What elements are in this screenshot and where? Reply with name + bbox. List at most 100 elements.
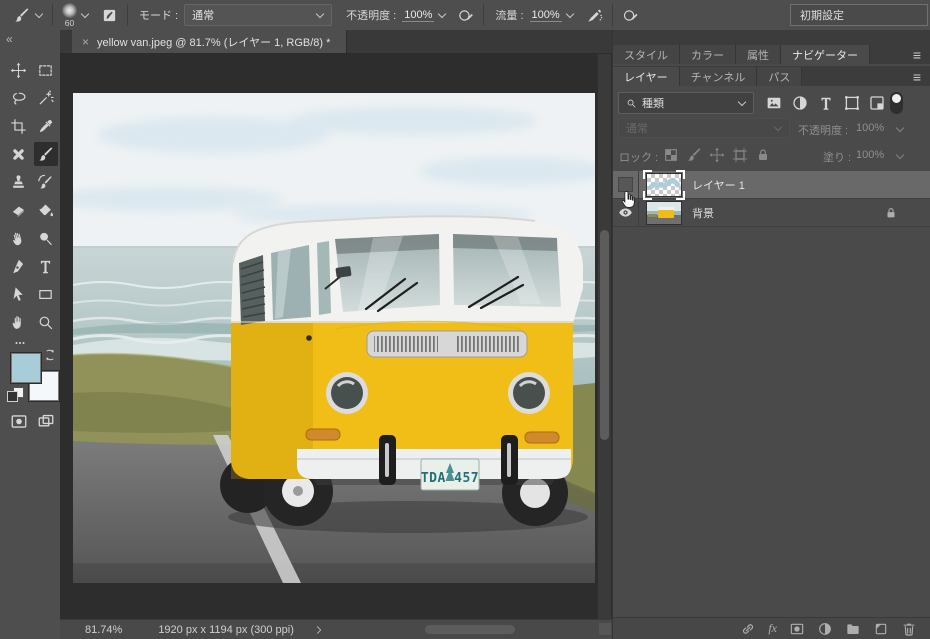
horizontal-scrollbar-thumb[interactable] <box>425 625 515 634</box>
blend-mode-select[interactable]: 通常 <box>184 4 332 26</box>
eraser-icon <box>10 202 27 219</box>
zoom-tool[interactable] <box>34 310 58 334</box>
paint-bucket-tool[interactable] <box>34 198 58 222</box>
chevron-down-icon[interactable] <box>896 152 904 160</box>
layer1-thumbnail[interactable] <box>646 173 682 197</box>
pen-tool[interactable] <box>7 254 31 278</box>
new-group-icon[interactable] <box>845 621 861 637</box>
lock-artboard-icon[interactable] <box>732 147 748 163</box>
tab-color[interactable]: カラー <box>680 45 736 64</box>
magic-wand-tool[interactable] <box>34 86 58 110</box>
background-thumbnail[interactable] <box>646 201 682 225</box>
eraser-tool[interactable] <box>7 198 31 222</box>
fill-value[interactable]: 100% <box>856 149 884 161</box>
tab-paths[interactable]: パス <box>757 67 802 86</box>
tab-properties[interactable]: 属性 <box>736 45 781 64</box>
eyedropper-tool[interactable] <box>34 114 58 138</box>
delete-layer-icon[interactable] <box>901 621 917 637</box>
chevron-down-icon <box>35 11 43 19</box>
layer-row-background[interactable]: 背景 <box>613 199 930 227</box>
flow-label: 流量 : <box>495 7 523 23</box>
flow-value[interactable]: 100% <box>530 9 562 22</box>
lasso-tool[interactable] <box>7 86 31 110</box>
divider <box>483 4 484 26</box>
canvas-work-area[interactable]: TDA 457 <box>60 54 612 620</box>
collapse-panel-button[interactable]: « <box>6 32 12 46</box>
lock-all-icon[interactable] <box>755 147 771 163</box>
new-layer-icon[interactable] <box>873 621 889 637</box>
filter-shape-layers-icon[interactable] <box>843 94 861 112</box>
chevron-down-icon[interactable] <box>81 11 89 19</box>
quick-mask-button[interactable] <box>8 412 30 431</box>
brush-preset-picker[interactable]: 60 <box>62 3 77 28</box>
smoothing-button[interactable] <box>622 7 639 24</box>
canvas-image[interactable]: TDA 457 <box>73 93 595 583</box>
document-dimensions: 1920 px x 1194 px (300 ppi) <box>158 624 294 636</box>
clone-stamp-tool[interactable] <box>7 170 31 194</box>
tab-styles[interactable]: スタイル <box>613 45 680 64</box>
layer-row-layer1[interactable]: レイヤー 1 <box>613 171 930 199</box>
marquee-tool[interactable] <box>34 58 58 82</box>
panel-menu-icon[interactable]: ≡ <box>913 67 921 86</box>
vertical-scrollbar[interactable] <box>597 54 611 620</box>
link-layers-icon[interactable] <box>740 621 756 637</box>
new-adjustment-layer-icon[interactable] <box>817 621 833 637</box>
default-settings-button[interactable]: 初期設定 <box>790 4 928 26</box>
vertical-scrollbar-thumb[interactable] <box>600 230 609 440</box>
type-icon <box>37 258 54 275</box>
opacity-value[interactable]: 100% <box>402 9 434 22</box>
dodge-tool[interactable] <box>34 226 58 250</box>
panel-menu-icon[interactable]: ≡ <box>913 45 921 64</box>
screen-mode-button[interactable] <box>35 412 57 431</box>
chevron-down-icon[interactable] <box>896 125 904 133</box>
zoom-level-field[interactable]: 81.74% <box>85 624 122 636</box>
tools-panel: « <box>0 30 61 639</box>
tab-channels[interactable]: チャンネル <box>680 67 758 86</box>
lock-transparency-icon[interactable] <box>663 147 679 163</box>
edit-toolbar-button[interactable] <box>10 337 30 349</box>
default-colors-icon[interactable] <box>7 387 24 402</box>
move-icon <box>10 62 27 79</box>
tab-layers[interactable]: レイヤー <box>613 67 680 86</box>
layer-filter-toggle[interactable] <box>890 92 903 114</box>
smudge-tool[interactable] <box>7 226 31 250</box>
add-layer-mask-icon[interactable] <box>789 621 805 637</box>
swap-colors-icon[interactable] <box>43 348 57 362</box>
type-tool[interactable] <box>34 254 58 278</box>
lock-pixels-icon[interactable] <box>686 147 702 163</box>
tab-navigator[interactable]: ナビゲーター <box>781 45 870 64</box>
brush-tool[interactable] <box>34 142 58 166</box>
filter-smart-objects-icon[interactable] <box>868 94 886 112</box>
crop-icon <box>10 118 27 135</box>
path-select-tool[interactable] <box>7 282 31 306</box>
close-tab-icon[interactable]: × <box>82 35 89 49</box>
move-tool[interactable] <box>7 58 31 82</box>
foreground-swatch[interactable] <box>10 352 42 384</box>
filter-pixel-layers-icon[interactable] <box>765 94 783 112</box>
crop-tool[interactable] <box>7 114 31 138</box>
layer-filter-row: 種類 <box>613 92 930 116</box>
hand-tool[interactable] <box>7 310 31 334</box>
chevron-down-icon[interactable] <box>438 11 446 19</box>
brush-settings-panel-button[interactable] <box>101 7 118 24</box>
layer-effects-button[interactable]: fx <box>768 621 777 636</box>
status-options-chevron[interactable] <box>314 625 324 635</box>
history-brush-tool[interactable] <box>34 170 58 194</box>
background-layer-name[interactable]: 背景 <box>692 205 714 221</box>
document-tab[interactable]: × yellow van.jpeg @ 81.7% (レイヤー 1, RGB/8… <box>72 30 347 53</box>
shape-tool[interactable] <box>34 282 58 306</box>
filter-adjustment-layers-icon[interactable] <box>791 94 809 112</box>
chevron-down-icon[interactable] <box>566 11 574 19</box>
layers-blend-mode-select[interactable]: 通常 <box>618 118 790 138</box>
history-brush-icon <box>37 174 54 191</box>
lock-position-icon[interactable] <box>709 147 725 163</box>
layer-filter-select[interactable]: 種類 <box>618 92 754 114</box>
airbrush-button[interactable] <box>586 7 603 24</box>
layer1-name[interactable]: レイヤー 1 <box>692 177 745 193</box>
default-settings-label: 初期設定 <box>800 7 844 23</box>
tool-preset-picker[interactable] <box>13 7 43 24</box>
filter-type-layers-icon[interactable] <box>817 94 835 112</box>
pressure-opacity-button[interactable] <box>457 7 474 24</box>
layers-opacity-value[interactable]: 100% <box>856 122 884 134</box>
spot-healing-tool[interactable] <box>7 142 31 166</box>
